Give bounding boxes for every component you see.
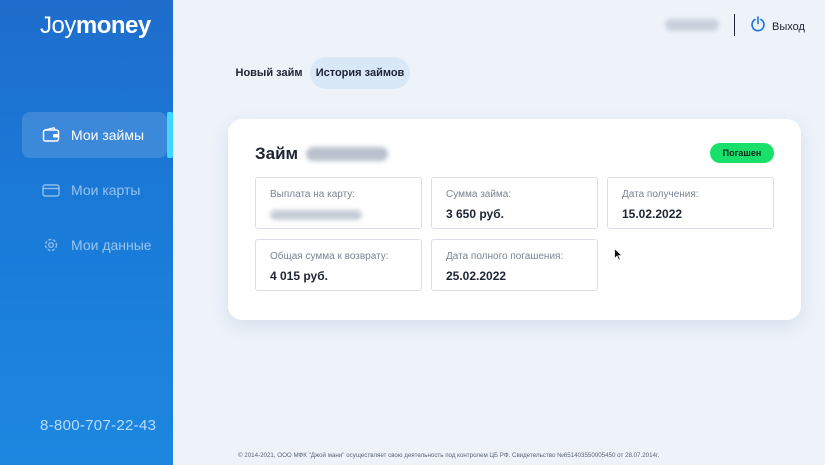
loan-number-blurred bbox=[306, 147, 389, 161]
active-indicator bbox=[167, 112, 173, 158]
header-divider bbox=[734, 14, 735, 36]
field-value: 25.02.2022 bbox=[446, 269, 507, 283]
card-icon bbox=[42, 181, 60, 199]
loan-title: Займ bbox=[255, 144, 389, 164]
field-label: Общая сумма к возврату: bbox=[270, 251, 389, 262]
loan-card: Займ Погашен Выплата на карту: Сумма зай… bbox=[228, 119, 801, 320]
loan-title-text: Займ bbox=[255, 144, 299, 163]
user-name-blurred bbox=[665, 19, 719, 31]
field-label: Дата получения: bbox=[622, 189, 699, 200]
sidebar-item-my-data[interactable]: Мои данные bbox=[22, 222, 167, 268]
field-value: 3 650 руб. bbox=[446, 207, 504, 221]
field-full-repayment-date: Дата полного погашения: 25.02.2022 bbox=[431, 239, 598, 291]
tab-new-loan[interactable]: Новый займ bbox=[230, 57, 308, 89]
field-value: 4 015 руб. bbox=[270, 269, 328, 283]
sidebar: Joymoney Мои займы Мои карты Мои данные … bbox=[0, 0, 173, 465]
field-received-date: Дата получения: 15.02.2022 bbox=[607, 177, 774, 229]
card-number-blurred bbox=[270, 210, 362, 220]
wallet-icon bbox=[42, 126, 60, 144]
field-loan-amount: Сумма займа: 3 650 руб. bbox=[431, 177, 598, 229]
tab-loan-history[interactable]: История займов bbox=[310, 57, 410, 89]
field-label: Дата полного погашения: bbox=[446, 251, 564, 262]
gear-icon bbox=[42, 236, 60, 254]
field-label: Выплата на карту: bbox=[270, 189, 356, 200]
sidebar-item-label: Мои данные bbox=[71, 237, 152, 253]
logout-label: Выход bbox=[772, 20, 805, 33]
footer-legal-text: © 2014-2021, ООО МФК "Джой мани" осущест… bbox=[238, 452, 660, 459]
power-icon bbox=[750, 16, 766, 37]
sidebar-item-my-loans[interactable]: Мои займы bbox=[22, 112, 167, 158]
logout-button[interactable]: Выход bbox=[750, 16, 805, 37]
field-total-return: Общая сумма к возврату: 4 015 руб. bbox=[255, 239, 422, 291]
support-phone[interactable]: 8-800-707-22-43 bbox=[40, 417, 156, 434]
logo[interactable]: Joymoney bbox=[40, 12, 151, 40]
status-badge: Погашен bbox=[710, 143, 774, 163]
mouse-cursor-icon bbox=[614, 247, 624, 266]
sidebar-item-label: Мои займы bbox=[71, 127, 145, 143]
field-label: Сумма займа: bbox=[446, 189, 512, 200]
sidebar-item-my-cards[interactable]: Мои карты bbox=[22, 167, 167, 213]
field-card-payout: Выплата на карту: bbox=[255, 177, 422, 229]
sidebar-item-label: Мои карты bbox=[71, 182, 141, 198]
field-value: 15.02.2022 bbox=[622, 207, 683, 221]
